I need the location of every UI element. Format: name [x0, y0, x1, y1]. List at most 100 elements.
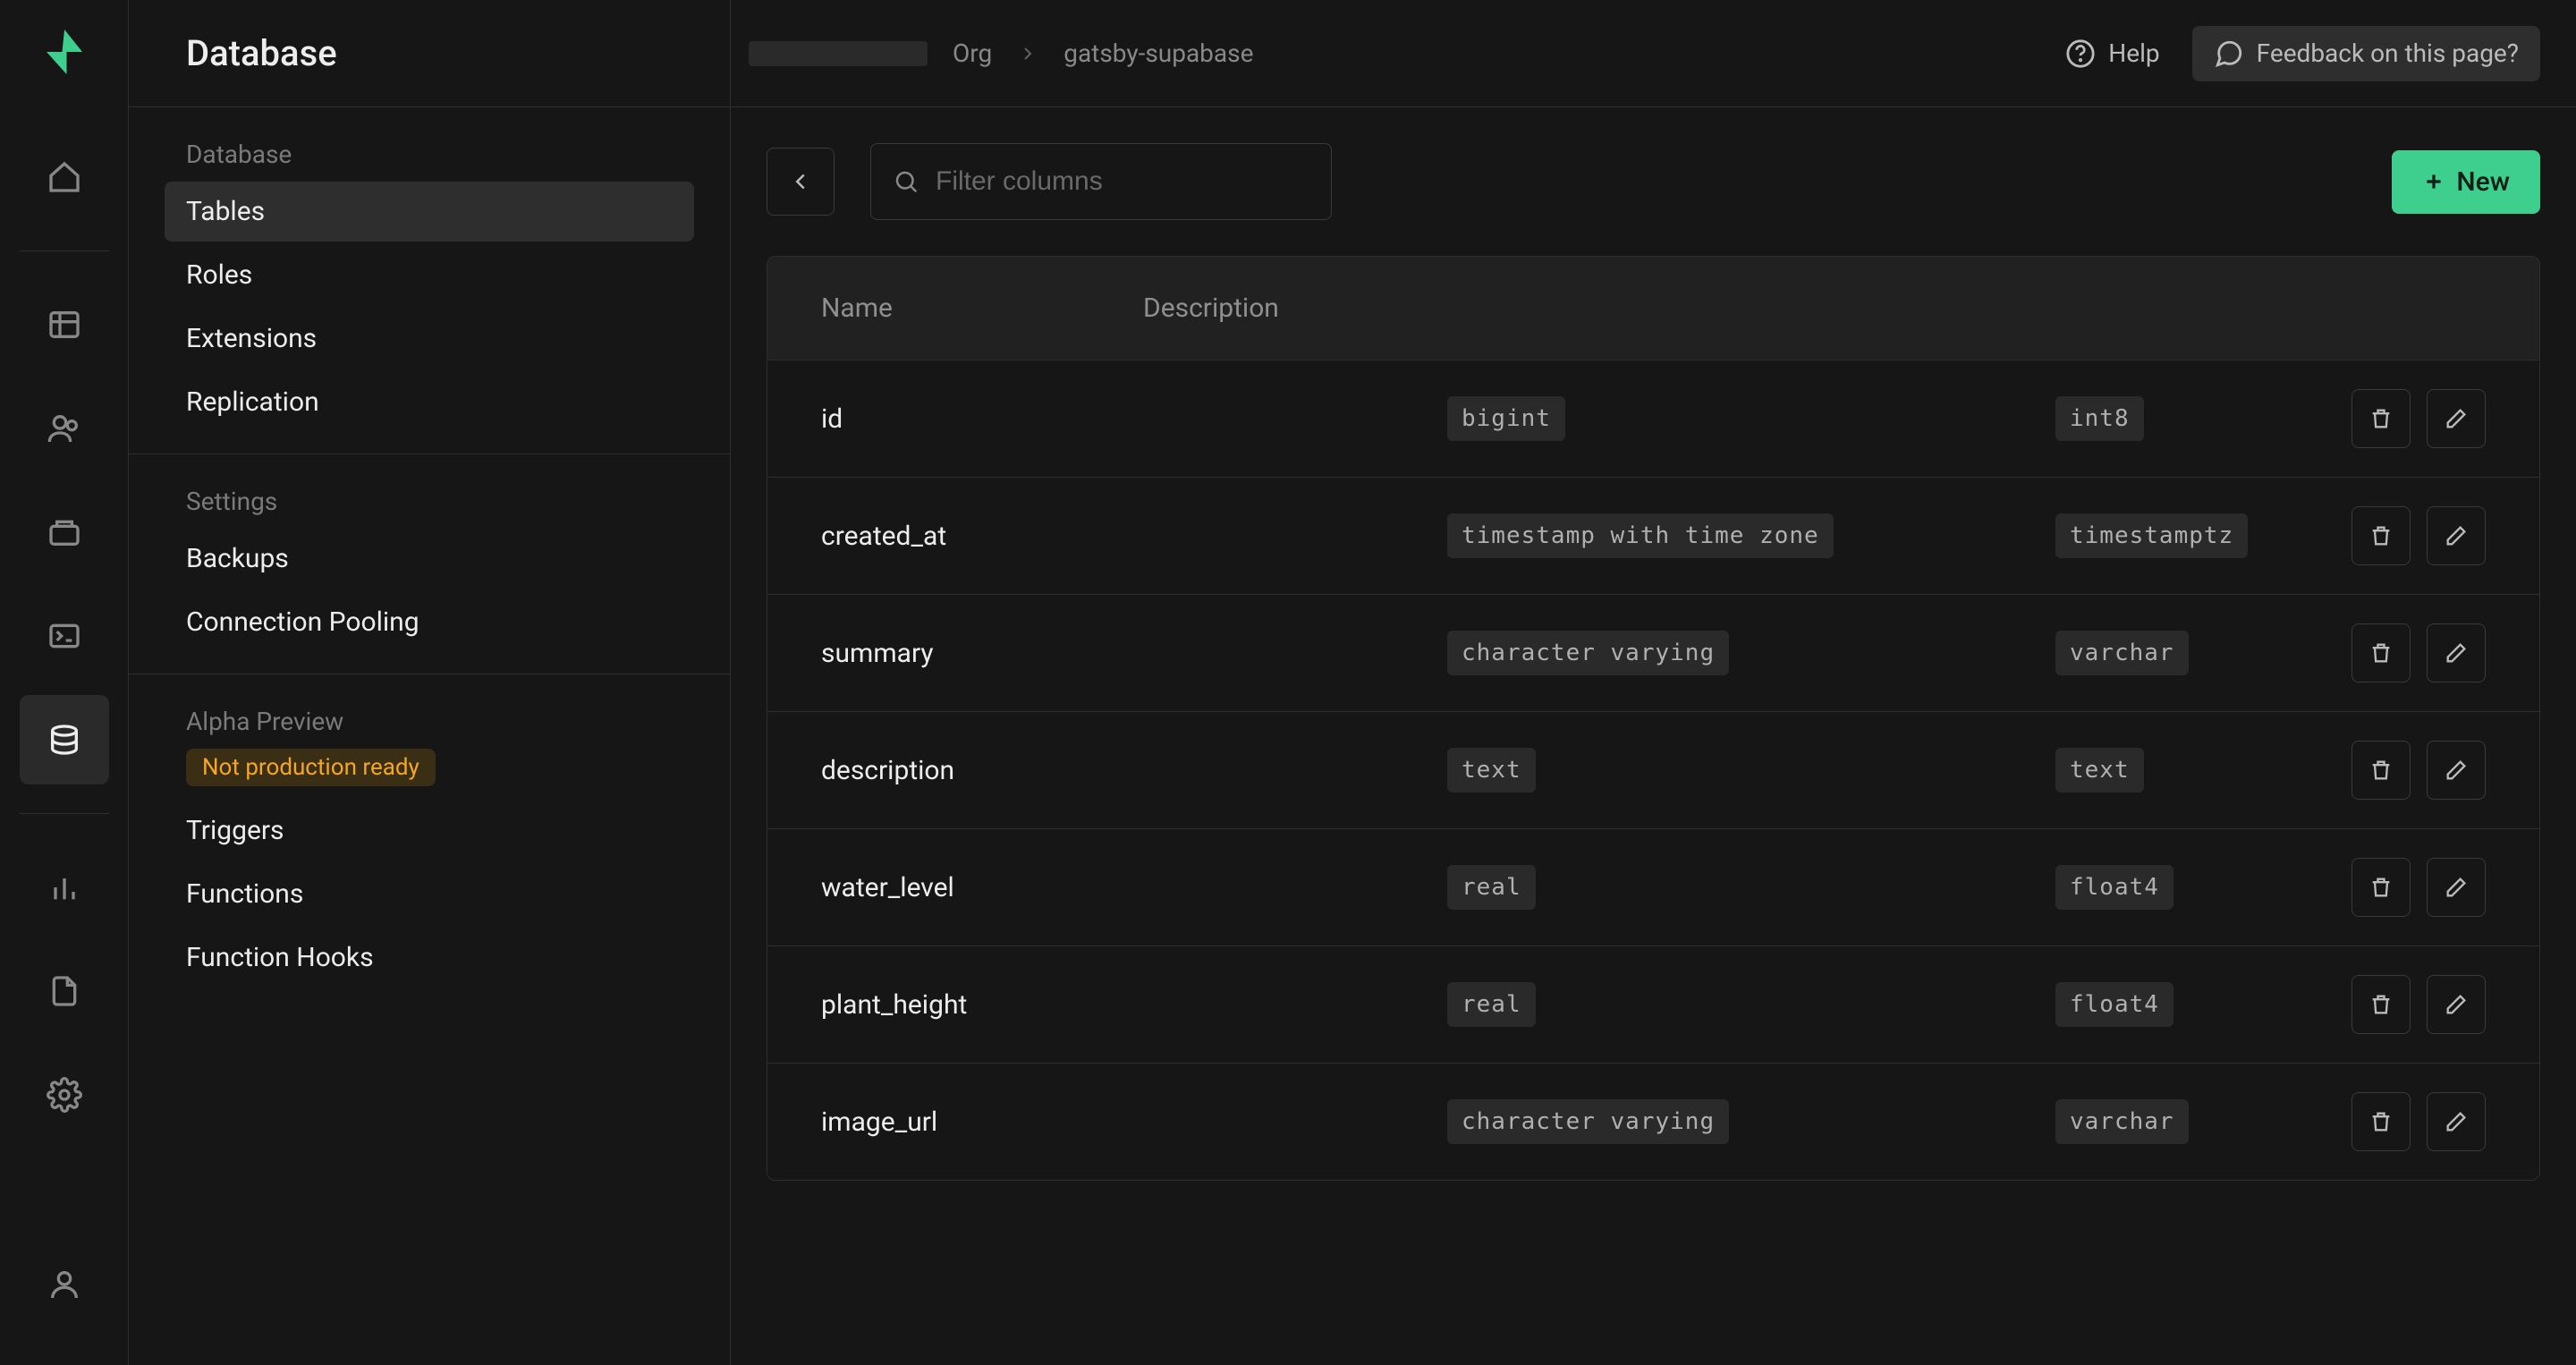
pencil-icon [2444, 640, 2469, 666]
search-icon [893, 168, 919, 195]
content: New Name Description idbigintint8created… [731, 107, 2576, 1217]
trash-icon [2368, 1109, 2394, 1134]
rail-user-icon[interactable] [20, 1240, 109, 1329]
sidebar-item-function-hooks[interactable]: Function Hooks [165, 928, 694, 988]
edit-button[interactable] [2427, 506, 2486, 565]
back-button[interactable] [767, 148, 835, 216]
chevron-right-icon [1017, 43, 1038, 64]
rail-storage-icon[interactable] [20, 488, 109, 577]
header-name: Name [821, 292, 1143, 324]
delete-button[interactable] [2351, 975, 2411, 1034]
message-icon [2214, 38, 2244, 69]
trash-icon [2368, 640, 2394, 666]
breadcrumb-org-skeleton [749, 41, 928, 66]
column-type: real [1447, 982, 2055, 1027]
trash-icon [2368, 875, 2394, 900]
table-row: plant_heightrealfloat4 [767, 946, 2539, 1064]
pencil-icon [2444, 992, 2469, 1017]
column-type: real [1447, 865, 2055, 910]
column-name: image_url [821, 1106, 1447, 1138]
help-icon [2065, 38, 2096, 69]
edit-button[interactable] [2427, 389, 2486, 448]
feedback-label: Feedback on this page? [2257, 38, 2519, 68]
new-button[interactable]: New [2392, 150, 2540, 214]
rail-home-icon[interactable] [20, 132, 109, 222]
rail-auth-icon[interactable] [20, 384, 109, 473]
page-title: Database [129, 0, 730, 107]
pencil-icon [2444, 758, 2469, 783]
sidebar-item-tables[interactable]: Tables [165, 182, 694, 242]
icon-rail [0, 0, 129, 1365]
column-name: created_at [821, 521, 1447, 552]
column-name: summary [821, 638, 1447, 669]
rail-settings-icon[interactable] [20, 1050, 109, 1140]
delete-button[interactable] [2351, 623, 2411, 682]
rail-api-icon[interactable] [20, 946, 109, 1036]
trash-icon [2368, 758, 2394, 783]
edit-button[interactable] [2427, 858, 2486, 917]
delete-button[interactable] [2351, 389, 2411, 448]
table-row: descriptiontexttext [767, 712, 2539, 829]
sidebar-item-roles[interactable]: Roles [165, 245, 694, 305]
sidebar-item-extensions[interactable]: Extensions [165, 309, 694, 369]
delete-button[interactable] [2351, 858, 2411, 917]
edit-button[interactable] [2427, 741, 2486, 800]
sidebar-section-database: Database [165, 140, 694, 169]
help-button[interactable]: Help [2044, 26, 2181, 81]
edit-button[interactable] [2427, 975, 2486, 1034]
table-row: summarycharacter varyingvarchar [767, 595, 2539, 712]
table-row: image_urlcharacter varyingvarchar [767, 1064, 2539, 1180]
delete-button[interactable] [2351, 1092, 2411, 1151]
column-format: timestamptz [2055, 513, 2351, 558]
columns-table: Name Description idbigintint8created_att… [767, 256, 2540, 1181]
pencil-icon [2444, 875, 2469, 900]
pencil-icon [2444, 1109, 2469, 1134]
breadcrumb-org[interactable]: Org [953, 38, 992, 68]
sidebar-item-replication[interactable]: Replication [165, 372, 694, 432]
sidebar-item-triggers[interactable]: Triggers [165, 801, 694, 861]
pencil-icon [2444, 523, 2469, 548]
column-format: int8 [2055, 396, 2351, 441]
column-type: bigint [1447, 396, 2055, 441]
sidebar-item-connection-pooling[interactable]: Connection Pooling [165, 592, 694, 652]
trash-icon [2368, 406, 2394, 431]
delete-button[interactable] [2351, 506, 2411, 565]
trash-icon [2368, 523, 2394, 548]
feedback-button[interactable]: Feedback on this page? [2192, 26, 2540, 81]
rail-database-icon[interactable] [20, 695, 109, 784]
alpha-badge: Not production ready [186, 749, 436, 786]
column-name: id [821, 403, 1447, 435]
column-format: varchar [2055, 631, 2351, 675]
breadcrumb: Org gatsby-supabase [749, 38, 1253, 68]
rail-reports-icon[interactable] [20, 843, 109, 932]
trash-icon [2368, 992, 2394, 1017]
help-label: Help [2108, 38, 2159, 68]
table-header: Name Description [767, 257, 2539, 360]
table-row: idbigintint8 [767, 360, 2539, 478]
logo[interactable] [38, 25, 91, 79]
sidebar: Database Database Tables Roles Extension… [129, 0, 731, 1365]
sidebar-item-backups[interactable]: Backups [165, 529, 694, 589]
search-box[interactable] [870, 143, 1332, 220]
rail-sql-icon[interactable] [20, 591, 109, 681]
column-format: varchar [2055, 1099, 2351, 1144]
main: Org gatsby-supabase Help Feedback on thi… [731, 0, 2576, 1365]
sidebar-item-functions[interactable]: Functions [165, 864, 694, 924]
edit-button[interactable] [2427, 1092, 2486, 1151]
pencil-icon [2444, 406, 2469, 431]
column-type: character varying [1447, 631, 2055, 675]
table-row: created_attimestamp with time zonetimest… [767, 478, 2539, 595]
rail-table-icon[interactable] [20, 280, 109, 369]
column-format: float4 [2055, 982, 2351, 1027]
divider [20, 250, 109, 251]
column-type: text [1447, 748, 2055, 793]
sidebar-section-settings: Settings [165, 487, 694, 516]
delete-button[interactable] [2351, 741, 2411, 800]
edit-button[interactable] [2427, 623, 2486, 682]
divider [20, 813, 109, 814]
breadcrumb-project[interactable]: gatsby-supabase [1063, 38, 1253, 68]
search-input[interactable] [936, 166, 1309, 197]
sidebar-section-alpha: Alpha Preview [165, 707, 694, 736]
toolbar: New [767, 143, 2540, 220]
column-type: timestamp with time zone [1447, 513, 2055, 558]
